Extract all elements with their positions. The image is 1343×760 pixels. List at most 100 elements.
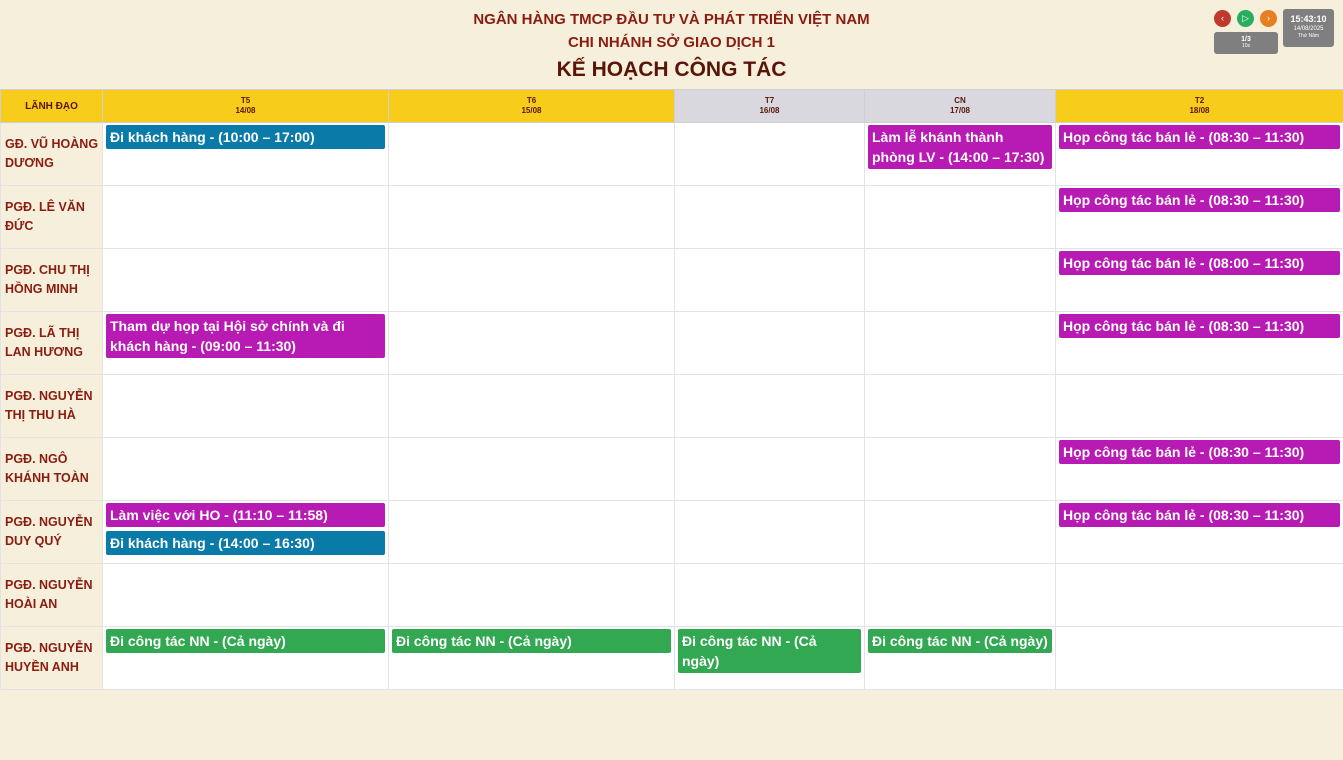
table-row: PGĐ. NGUYỄN HUYỀN ANH Đi công tác NN - (C… xyxy=(0,626,1343,690)
leader-name: PGĐ. LÊ VĂN ĐỨC xyxy=(0,185,103,249)
schedule-cell[interactable] xyxy=(102,248,389,312)
schedule-cell[interactable] xyxy=(864,311,1056,375)
event-card[interactable]: Làm việc với HO - (11:10 – 11:58) xyxy=(106,503,385,527)
event-card[interactable]: Làm lễ khánh thành phòng LV - (14:00 – 1… xyxy=(868,125,1052,169)
schedule-cell[interactable] xyxy=(864,374,1056,438)
clock-date: 14/08/2025 xyxy=(1293,26,1324,32)
schedule-cell[interactable]: Đi công tác NN - (Cả ngày) xyxy=(674,626,865,690)
day-date: 14/08 xyxy=(235,106,256,115)
schedule-cell[interactable] xyxy=(388,437,675,501)
schedule-table: LÃNH ĐẠO T5 14/08 T6 15/08 T7 16/08 CN 17/08… xyxy=(0,89,1343,690)
event-card[interactable]: Họp công tác bán lẻ - (08:30 – 11:30) xyxy=(1059,125,1340,149)
table-row: PGĐ. CHU THỊ HỒNG MINH Họp công tác bán l… xyxy=(0,248,1343,312)
table-row: PGĐ. NGUYỄN DUY QUÝ Làm việc với HO - (11… xyxy=(0,500,1343,564)
day-label: CN xyxy=(954,96,966,105)
event-card[interactable]: Đi công tác NN - (Cả ngày) xyxy=(678,629,861,673)
leader-name: PGĐ. CHU THỊ HỒNG MINH xyxy=(0,248,103,312)
schedule-cell[interactable] xyxy=(102,563,389,627)
schedule-cell[interactable] xyxy=(864,563,1056,627)
chevron-right-icon[interactable]: › xyxy=(1260,10,1277,27)
event-card[interactable]: Họp công tác bán lẻ - (08:30 – 11:30) xyxy=(1059,503,1340,527)
day-header: T2 18/08 xyxy=(1055,89,1343,123)
schedule-cell[interactable] xyxy=(388,122,675,186)
schedule-cell[interactable] xyxy=(674,437,865,501)
event-card[interactable]: Đi công tác NN - (Cả ngày) xyxy=(106,629,385,653)
leader-name: PGĐ. NGUYỄN HOÀI AN xyxy=(0,563,103,627)
event-card[interactable]: Họp công tác bán lẻ - (08:30 – 11:30) xyxy=(1059,440,1340,464)
schedule-cell[interactable]: Họp công tác bán lẻ - (08:30 – 11:30) xyxy=(1055,500,1343,564)
schedule-cell[interactable]: Đi công tác NN - (Cả ngày) xyxy=(102,626,389,690)
schedule-cell[interactable] xyxy=(864,437,1056,501)
event-card[interactable]: Đi khách hàng - (10:00 – 17:00) xyxy=(106,125,385,149)
schedule-cell[interactable] xyxy=(102,437,389,501)
event-card[interactable]: Tham dự họp tại Hội sở chính và đi khách… xyxy=(106,314,385,358)
schedule-cell[interactable]: Làm việc với HO - (11:10 – 11:58) Đi khác… xyxy=(102,500,389,564)
day-date: 16/08 xyxy=(759,106,780,115)
schedule-cell[interactable] xyxy=(674,563,865,627)
event-card[interactable]: Họp công tác bán lẻ - (08:00 – 11:30) xyxy=(1059,251,1340,275)
day-label: T6 xyxy=(526,96,537,105)
leader-name: PGĐ. NGUYỄN DUY QUÝ xyxy=(0,500,103,564)
schedule-body: GĐ. VŨ HOÀNG DƯƠNG Đi khách hàng - (10:00… xyxy=(0,122,1343,690)
schedule-header-row: LÃNH ĐẠO T5 14/08 T6 15/08 T7 16/08 CN 17/08… xyxy=(0,89,1343,123)
page-title: KẾ HOẠCH CÔNG TÁC xyxy=(556,58,787,81)
chevron-left-icon[interactable]: ‹ xyxy=(1214,10,1231,27)
day-header: CN 17/08 xyxy=(864,89,1056,123)
leader-name: PGĐ. LÃ THỊ LAN HƯƠNG xyxy=(0,311,103,375)
schedule-cell[interactable] xyxy=(1055,626,1343,690)
leader-name: PGĐ. NGÔ KHÁNH TOÀN xyxy=(0,437,103,501)
leader-column-header: LÃNH ĐẠO xyxy=(0,89,103,123)
bank-name: NGÂN HÀNG TMCP ĐẦU TƯ VÀ PHÁT TRIỂN VIỆT… xyxy=(473,11,870,28)
schedule-cell[interactable]: Họp công tác bán lẻ - (08:30 – 11:30) xyxy=(1055,185,1343,249)
schedule-cell[interactable] xyxy=(864,185,1056,249)
event-card[interactable]: Đi khách hàng - (14:00 – 16:30) xyxy=(106,531,385,555)
schedule-cell[interactable] xyxy=(388,248,675,312)
schedule-cell[interactable]: Họp công tác bán lẻ - (08:00 – 11:30) xyxy=(1055,248,1343,312)
play-icon[interactable]: ▷ xyxy=(1237,10,1254,27)
day-date: 17/08 xyxy=(949,106,971,115)
schedule-cell[interactable] xyxy=(674,122,865,186)
schedule-cell[interactable] xyxy=(388,500,675,564)
schedule-cell[interactable] xyxy=(674,500,865,564)
schedule-cell[interactable] xyxy=(674,311,865,375)
event-card[interactable]: Họp công tác bán lẻ - (08:30 – 11:30) xyxy=(1059,314,1340,338)
schedule-cell[interactable] xyxy=(864,500,1056,564)
schedule-cell[interactable]: Họp công tác bán lẻ - (08:30 – 11:30) xyxy=(1055,122,1343,186)
schedule-cell[interactable]: Đi khách hàng - (10:00 – 17:00) xyxy=(102,122,389,186)
schedule-cell[interactable] xyxy=(1055,563,1343,627)
table-row: PGĐ. LÊ VĂN ĐỨC Họp công tác bán lẻ - (08… xyxy=(0,185,1343,249)
schedule-cell[interactable] xyxy=(102,185,389,249)
clock-widget: 15:43:10 14/08/2025 Thứ Năm xyxy=(1283,9,1334,47)
day-header: T6 15/08 xyxy=(388,89,675,123)
schedule-cell[interactable]: Đi công tác NN - (Cả ngày) xyxy=(388,626,675,690)
event-card[interactable]: Đi công tác NN - (Cả ngày) xyxy=(392,629,671,653)
page-indicator: 1/3 10s xyxy=(1214,32,1278,54)
table-row: PGĐ. NGÔ KHÁNH TOÀN Họp công tác bán lẻ -… xyxy=(0,437,1343,501)
slide-interval: 10s xyxy=(1241,43,1251,49)
schedule-cell[interactable]: Tham dự họp tại Hội sở chính và đi khách… xyxy=(102,311,389,375)
schedule-cell[interactable]: Họp công tác bán lẻ - (08:30 – 11:30) xyxy=(1055,311,1343,375)
schedule-cell[interactable] xyxy=(388,311,675,375)
event-card[interactable]: Họp công tác bán lẻ - (08:30 – 11:30) xyxy=(1059,188,1340,212)
schedule-cell[interactable] xyxy=(388,374,675,438)
schedule-cell[interactable] xyxy=(388,563,675,627)
schedule-cell[interactable] xyxy=(674,248,865,312)
clock-time: 15:43:10 xyxy=(1290,14,1327,24)
leader-name: PGĐ. NGUYỄN THỊ THU HÀ xyxy=(0,374,103,438)
day-label: T2 xyxy=(1194,96,1205,105)
schedule-cell[interactable] xyxy=(674,185,865,249)
clock-weekday: Thứ Năm xyxy=(1297,33,1320,39)
schedule-cell[interactable]: Họp công tác bán lẻ - (08:30 – 11:30) xyxy=(1055,437,1343,501)
schedule-cell[interactable] xyxy=(674,374,865,438)
schedule-cell[interactable] xyxy=(864,248,1056,312)
branch-name: CHI NHÁNH SỞ GIAO DỊCH 1 xyxy=(568,34,775,51)
table-row: PGĐ. LÃ THỊ LAN HƯƠNG Tham dự họp tại Hội… xyxy=(0,311,1343,375)
day-label: T7 xyxy=(764,96,775,105)
schedule-cell[interactable] xyxy=(102,374,389,438)
event-card[interactable]: Đi công tác NN - (Cả ngày) xyxy=(868,629,1052,653)
schedule-cell[interactable]: Đi công tác NN - (Cả ngày) xyxy=(864,626,1056,690)
schedule-cell[interactable]: Làm lễ khánh thành phòng LV - (14:00 – 1… xyxy=(864,122,1056,186)
schedule-cell[interactable] xyxy=(1055,374,1343,438)
schedule-cell[interactable] xyxy=(388,185,675,249)
day-date: 15/08 xyxy=(521,106,542,115)
